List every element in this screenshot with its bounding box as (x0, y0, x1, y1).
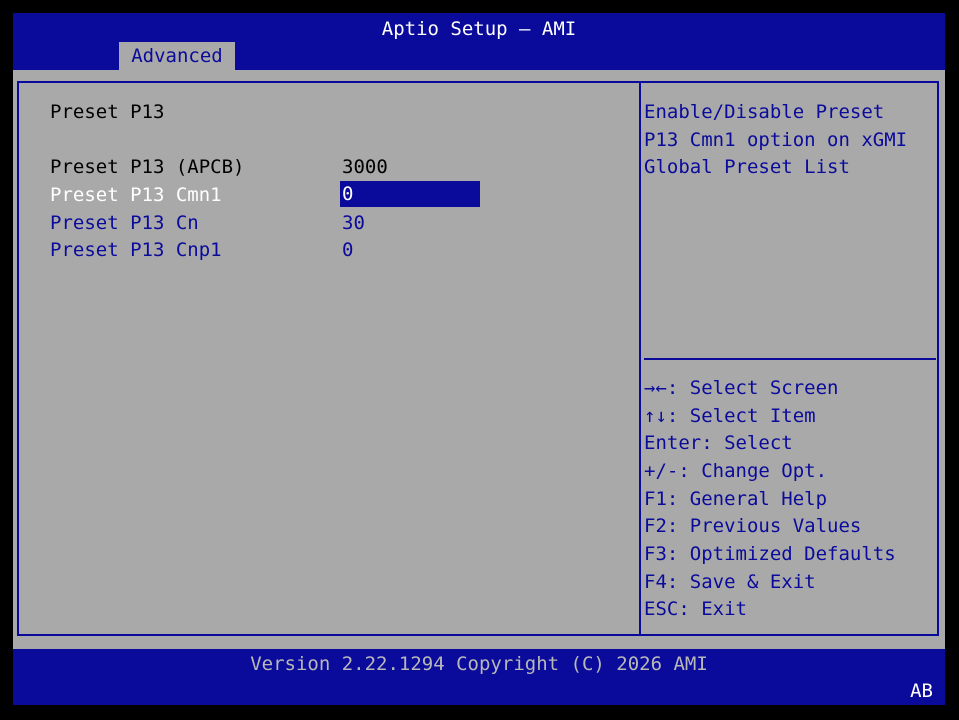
footer-bar: Version 2.22.1294 Copyright (C) 2026 AMI… (13, 649, 945, 705)
status-badge: AB (910, 680, 933, 702)
version-text: Version 2.22.1294 Copyright (C) 2026 AMI (250, 653, 708, 675)
key-hint-f1: F1: General Help (644, 488, 828, 510)
help-divider (644, 358, 936, 360)
header-bar: Aptio Setup – AMI Advanced (13, 13, 945, 70)
setting-value-cnp1[interactable]: 0 (342, 238, 353, 262)
bios-screen: Aptio Setup – AMI Advanced Preset P13 Pr… (13, 13, 945, 705)
key-hint-select-item: ↑↓: Select Item (644, 405, 816, 427)
main-frame: Preset P13 Preset P13 (APCB) 3000 Preset… (17, 81, 939, 636)
setting-label-cnp1[interactable]: Preset P13 Cnp1 (50, 238, 222, 262)
setting-label-cn[interactable]: Preset P13 Cn (50, 211, 199, 235)
setting-value-cmn1-field[interactable]: 0 (340, 181, 480, 207)
key-hint-esc: ESC: Exit (644, 598, 747, 620)
help-text-line: Global Preset List (644, 156, 850, 178)
key-hint-f2: F2: Previous Values (644, 515, 862, 537)
setting-label-apcb: Preset P13 (APCB) (50, 156, 245, 178)
vertical-divider (639, 83, 641, 634)
help-text-line: Enable/Disable Preset (644, 101, 885, 123)
help-text-line: P13 Cmn1 option on xGMI (644, 129, 908, 151)
tab-advanced[interactable]: Advanced (119, 42, 235, 70)
setting-value-cn[interactable]: 30 (342, 211, 365, 235)
setting-value-apcb: 3000 (342, 156, 388, 178)
key-hint-f4: F4: Save & Exit (644, 571, 816, 593)
key-hint-enter: Enter: Select (644, 432, 793, 454)
setting-label-cmn1[interactable]: Preset P13 Cmn1 (50, 183, 222, 207)
key-hint-select-screen: →←: Select Screen (644, 377, 839, 399)
key-hint-f3: F3: Optimized Defaults (644, 543, 896, 565)
app-title: Aptio Setup – AMI (381, 18, 577, 40)
page-heading: Preset P13 (50, 101, 165, 123)
key-hint-change-opt: +/-: Change Opt. (644, 460, 828, 482)
